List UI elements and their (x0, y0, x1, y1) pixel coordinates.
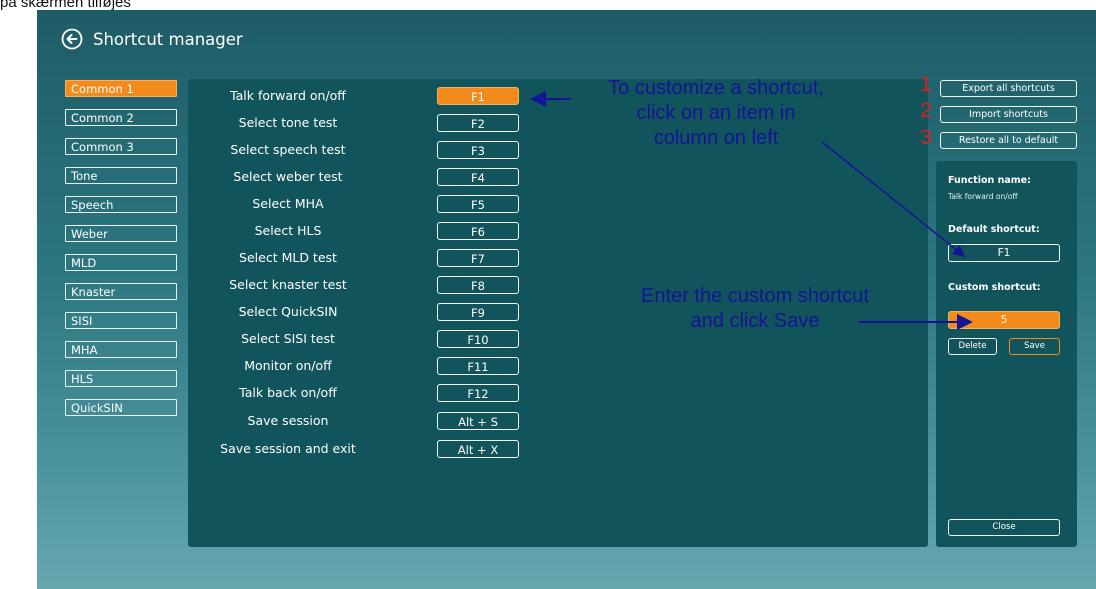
category-common-2[interactable]: Common 2 (65, 109, 177, 126)
shortcut-key-button[interactable]: F11 (437, 357, 519, 375)
shortcut-label: Select knaster test (229, 277, 347, 292)
delete-button[interactable]: Delete (948, 338, 997, 355)
enter-annotation: Enter the custom shortcut and click Save (605, 284, 905, 334)
custom-shortcut-input[interactable]: 5 (948, 311, 1060, 329)
shortcut-key-button[interactable]: F3 (437, 141, 519, 159)
shortcut-key-button[interactable]: Alt + X (437, 440, 519, 458)
shortcut-label: Talk back on/off (239, 385, 337, 400)
function-name-value: Talk forward on/off (948, 192, 1018, 201)
category-quicksin[interactable]: QuickSIN (65, 399, 177, 416)
shortcut-key-button[interactable]: F5 (437, 195, 519, 213)
annotation-line: column on left (653, 127, 779, 149)
category-knaster[interactable]: Knaster (65, 283, 177, 300)
annotation-line: Enter the custom shortcut (641, 285, 869, 307)
shortcut-label: Monitor on/off (244, 358, 332, 373)
category-weber[interactable]: Weber (65, 225, 177, 242)
shortcut-key-button[interactable]: F9 (437, 303, 519, 321)
shortcut-key-button[interactable]: F7 (437, 249, 519, 267)
shortcut-key-button[interactable]: F6 (437, 222, 519, 240)
shortcut-label: Select speech test (230, 142, 346, 157)
close-button[interactable]: Close (948, 519, 1060, 536)
shortcut-label: Save session (247, 413, 329, 428)
shortcut-key-button[interactable]: F1 (437, 87, 519, 105)
import-shortcuts-button[interactable]: Import shortcuts (940, 106, 1077, 123)
function-name-label: Function name: (948, 175, 1031, 186)
shortcut-label: Select tone test (238, 115, 338, 130)
default-shortcut-field: F1 (948, 244, 1060, 262)
shortcut-label: Select MLD test (239, 250, 337, 265)
shortcut-label: Select QuickSIN (238, 304, 338, 319)
shortcut-key-button[interactable]: F10 (437, 330, 519, 348)
shortcut-key-button[interactable]: F8 (437, 276, 519, 294)
category-hls[interactable]: HLS (65, 370, 177, 387)
category-common-3[interactable]: Common 3 (65, 138, 177, 155)
shortcut-label: Select weber test (233, 169, 343, 184)
shortcut-label: Select MHA (252, 196, 324, 211)
shortcut-manager-window: Shortcut manager Common 1 Common 2 Commo… (37, 10, 1096, 589)
custom-shortcut-label: Custom shortcut: (948, 282, 1041, 293)
category-mha[interactable]: MHA (65, 341, 177, 358)
shortcut-detail-panel: Function name: Talk forward on/off Defau… (936, 161, 1077, 547)
annotation-line: and click Save (690, 310, 820, 332)
marker-2: 2 (920, 99, 932, 122)
customize-annotation: To customize a shortcut, click on an ite… (575, 76, 857, 151)
category-mld[interactable]: MLD (65, 254, 177, 271)
shortcut-key-button[interactable]: F12 (437, 384, 519, 402)
shortcut-label: Select SISI test (241, 331, 335, 346)
annotation-line: click on an item in (636, 102, 796, 124)
annotation-line: To customize a shortcut, (608, 77, 824, 99)
header: Shortcut manager (61, 28, 243, 50)
back-arrow-circle-icon[interactable] (61, 28, 83, 50)
category-speech[interactable]: Speech (65, 196, 177, 213)
marker-3: 3 (920, 126, 932, 149)
marker-1: 1 (920, 73, 932, 96)
shortcut-key-button[interactable]: F2 (437, 114, 519, 132)
save-button[interactable]: Save (1009, 338, 1060, 355)
shortcut-label: Select HLS (254, 223, 322, 238)
category-sisi[interactable]: SISI (65, 312, 177, 329)
category-common-1[interactable]: Common 1 (65, 80, 177, 97)
page-title: Shortcut manager (93, 29, 243, 49)
export-all-shortcuts-button[interactable]: Export all shortcuts (940, 80, 1077, 97)
shortcut-key-button[interactable]: F4 (437, 168, 519, 186)
restore-all-to-default-button[interactable]: Restore all to default (940, 132, 1077, 149)
shortcut-key-button[interactable]: Alt + S (437, 412, 519, 430)
category-tone[interactable]: Tone (65, 167, 177, 184)
shortcut-label: Save session and exit (220, 441, 356, 456)
shortcut-label: Talk forward on/off (230, 88, 346, 103)
default-shortcut-label: Default shortcut: (948, 224, 1040, 235)
